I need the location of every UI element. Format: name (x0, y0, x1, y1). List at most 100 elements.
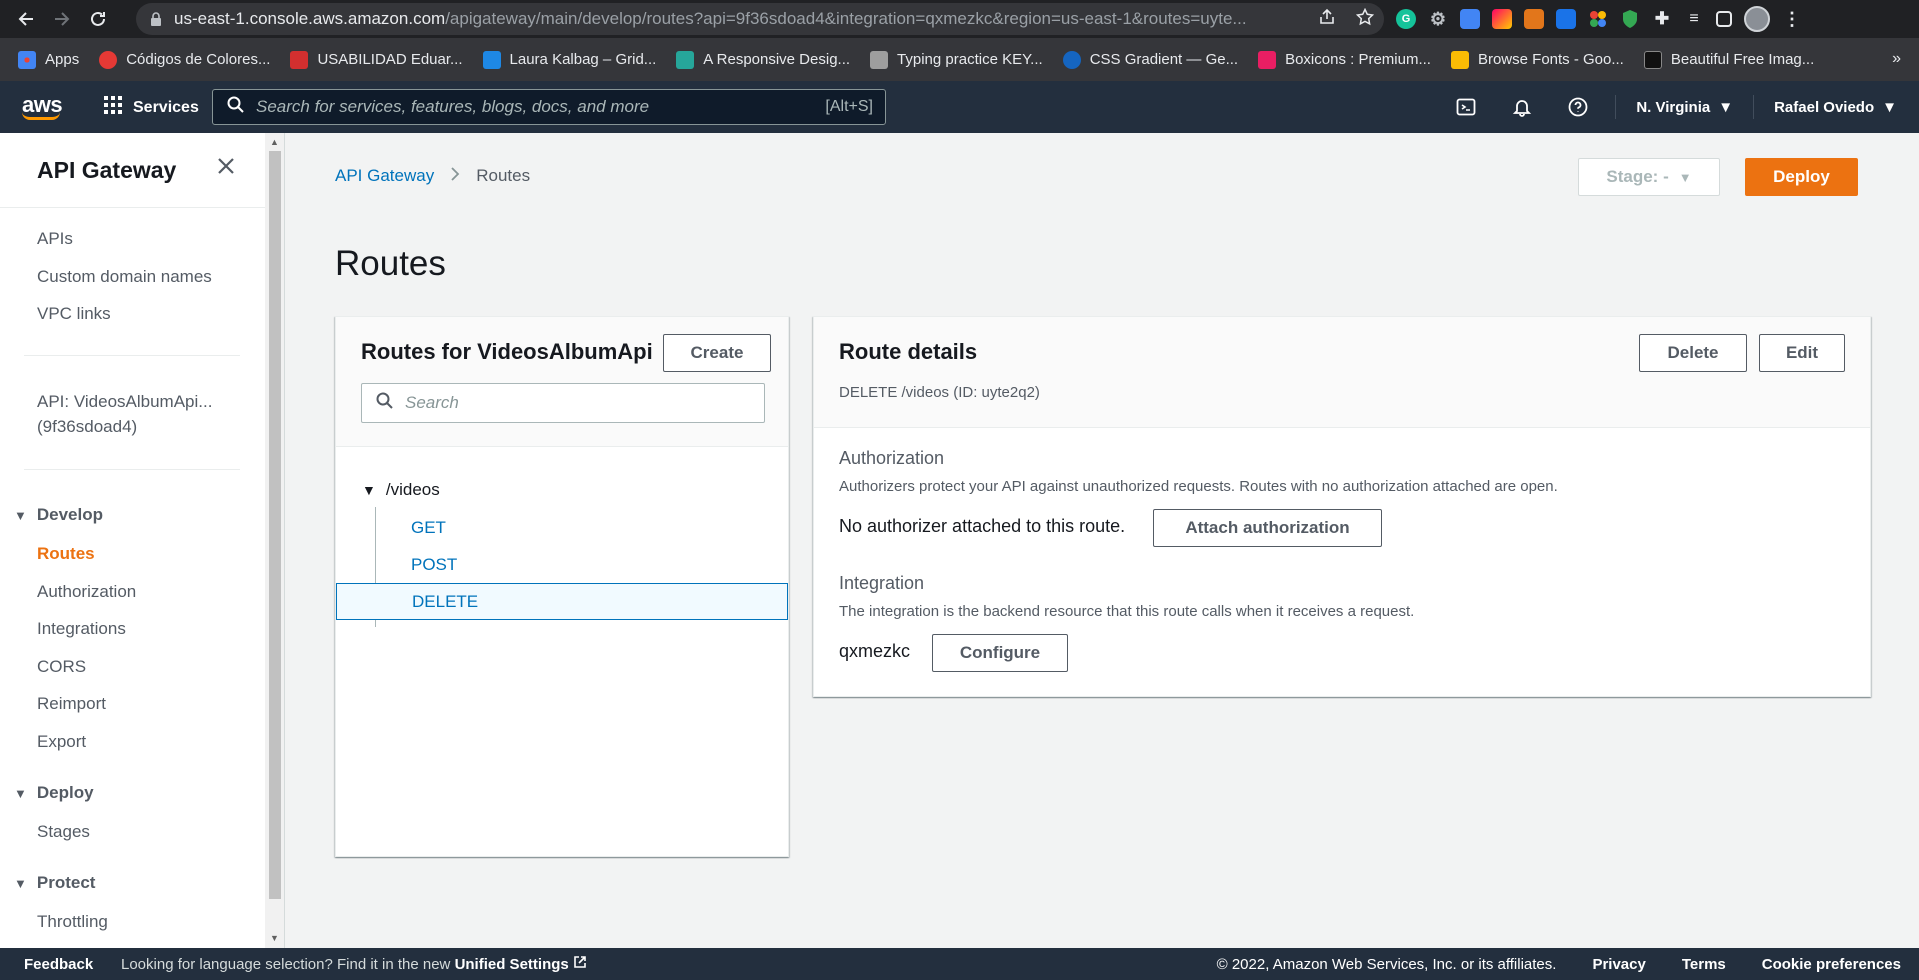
authorization-value: No authorizer attached to this route. (839, 516, 1126, 536)
bookmark-item[interactable]: CSS Gradient — Ge... (1062, 50, 1238, 69)
more-bookmarks-icon[interactable]: » (1892, 50, 1901, 68)
grammarly-icon[interactable]: G (1396, 9, 1416, 29)
privacy-link[interactable]: Privacy (1574, 956, 1663, 973)
gear-icon[interactable]: ⚙ (1428, 9, 1448, 29)
attach-authorization-button[interactable]: Attach authorization (1153, 509, 1382, 547)
sidebar-item-export[interactable]: Export (37, 732, 86, 752)
create-route-button[interactable]: Create (663, 334, 771, 372)
sidebar-item-throttling[interactable]: Throttling (37, 912, 108, 932)
sidebar-api-id[interactable]: (9f36sdoad4) (37, 417, 137, 437)
close-icon[interactable] (215, 155, 237, 182)
edit-route-button[interactable]: Edit (1759, 334, 1845, 372)
section-deploy[interactable]: ▼ Deploy (14, 783, 94, 803)
route-method-delete[interactable]: DELETE (336, 583, 788, 620)
route-details-subtitle: DELETE /videos (ID: uyte2q2) (839, 384, 1040, 401)
scroll-up-icon[interactable]: ▲ (270, 137, 279, 147)
stage-select[interactable]: Stage: - ▼ (1578, 158, 1720, 196)
cookie-preferences-link[interactable]: Cookie preferences (1744, 956, 1919, 973)
scroll-down-icon[interactable]: ▼ (270, 933, 279, 943)
puzzle-icon[interactable]: ✚ (1652, 9, 1672, 29)
sidebar-item-reimport[interactable]: Reimport (37, 694, 106, 714)
share-icon[interactable] (1318, 8, 1336, 31)
caret-down-icon: ▼ (14, 785, 27, 801)
sidebar-item-vpc-links[interactable]: VPC links (37, 304, 111, 324)
bookmark-item[interactable]: A Responsive Desig... (676, 50, 850, 69)
route-path-videos[interactable]: ▼ /videos (362, 480, 440, 500)
bookmark-item[interactable]: USABILIDAD Eduar... (290, 50, 463, 69)
dots-color-icon[interactable] (1588, 9, 1608, 29)
terms-link[interactable]: Terms (1664, 956, 1744, 973)
sidebar-item-apis[interactable]: APIs (37, 229, 73, 249)
bookmark-favicon (676, 50, 695, 69)
avatar[interactable] (1744, 6, 1770, 32)
bookmark-item[interactable]: Boxicons : Premium... (1258, 50, 1431, 69)
search-icon (227, 96, 244, 118)
route-details-title: Route details (839, 339, 978, 364)
apps-grid-icon (18, 50, 36, 69)
bookmark-item[interactable]: Beautiful Free Imag... (1643, 50, 1814, 69)
section-protect[interactable]: ▼ Protect (14, 873, 95, 893)
sidebar-item-integrations[interactable]: Integrations (37, 619, 126, 639)
back-icon[interactable] (8, 0, 44, 38)
delete-route-button[interactable]: Delete (1639, 334, 1747, 372)
media-icon[interactable]: ≡ (1684, 9, 1704, 29)
bookmark-item[interactable]: Typing practice KEY... (870, 50, 1043, 69)
authorization-description: Authorizers protect your API against una… (839, 478, 1558, 495)
divider (24, 355, 240, 356)
cloudshell-icon[interactable] (1437, 97, 1493, 117)
fox-icon[interactable] (1524, 9, 1544, 29)
unified-settings-link[interactable]: Unified Settings (455, 956, 569, 973)
screen-icon[interactable] (1556, 9, 1576, 29)
sidebar-item-authorization[interactable]: Authorization (37, 582, 136, 602)
feedback-link[interactable]: Feedback (24, 956, 93, 973)
region-menu[interactable]: N. Virginia ▼ (1615, 95, 1753, 119)
sidepanel-icon[interactable] (1716, 11, 1732, 27)
bookmark-item[interactable]: Códigos de Colores... (99, 50, 270, 69)
bookmark-favicon (1062, 50, 1081, 69)
bookmark-item[interactable]: Laura Kalbag – Grid... (482, 50, 656, 69)
notifications-bell-icon[interactable] (1493, 97, 1549, 117)
caret-down-icon: ▼ (14, 507, 27, 523)
caret-down-icon: ▼ (1882, 98, 1897, 116)
routes-search-input[interactable] (405, 393, 745, 413)
page-title: Routes (335, 244, 446, 283)
deploy-button[interactable]: Deploy (1745, 158, 1858, 196)
help-icon[interactable] (1549, 97, 1605, 117)
route-details-header: Route details DELETE /videos (ID: uyte2q… (814, 317, 1870, 428)
more-vert-icon[interactable]: ⋮ (1782, 9, 1802, 29)
account-menu[interactable]: Rafael Oviedo ▼ (1753, 95, 1919, 119)
reload-icon[interactable] (80, 0, 116, 38)
sidebar-item-custom-domains[interactable]: Custom domain names (37, 267, 212, 287)
scrollbar-thumb[interactable] (269, 151, 281, 899)
search-input[interactable] (256, 97, 816, 117)
aws-logo[interactable]: aws (22, 92, 63, 120)
console-footer: Feedback Looking for language selection?… (0, 948, 1919, 980)
bookmarks-bar: Apps Códigos de Colores... USABILIDAD Ed… (0, 38, 1919, 81)
bookmark-favicon (870, 50, 889, 69)
configure-integration-button[interactable]: Configure (932, 634, 1068, 672)
sidebar-title[interactable]: API Gateway (37, 157, 176, 184)
caret-down-icon[interactable]: ▼ (362, 482, 376, 498)
bookmark-item[interactable]: Apps (18, 50, 79, 69)
route-details-panel: Route details DELETE /videos (ID: uyte2q… (813, 316, 1871, 697)
bookmark-item[interactable]: Browse Fonts - Goo... (1450, 50, 1624, 69)
bookmark-favicon (482, 50, 501, 69)
route-method-get[interactable]: GET (336, 509, 788, 546)
grid-icon (103, 95, 123, 120)
section-develop[interactable]: ▼ Develop (14, 505, 103, 525)
gradient-icon[interactable] (1492, 9, 1512, 29)
breadcrumb-api-gateway[interactable]: API Gateway (335, 166, 434, 186)
sidebar-item-stages[interactable]: Stages (37, 822, 90, 842)
route-method-post[interactable]: POST (336, 546, 788, 583)
bookmark-star-icon[interactable] (1355, 7, 1375, 31)
docs-icon[interactable] (1460, 9, 1480, 29)
routes-panel-title: Routes for VideosAlbumApi (361, 339, 653, 364)
shield-icon[interactable] (1620, 9, 1640, 29)
address-bar[interactable]: us-east-1.console.aws.amazon.com/apigate… (136, 3, 1384, 35)
sidebar-item-routes[interactable]: Routes (37, 544, 95, 564)
sidebar-item-cors[interactable]: CORS (37, 657, 86, 677)
forward-icon[interactable] (44, 0, 80, 38)
services-menu[interactable]: Services (103, 95, 199, 120)
sidebar-api-name[interactable]: API: VideosAlbumApi... (37, 392, 212, 412)
sidebar-scrollbar[interactable]: ▲ ▼ (265, 133, 285, 948)
